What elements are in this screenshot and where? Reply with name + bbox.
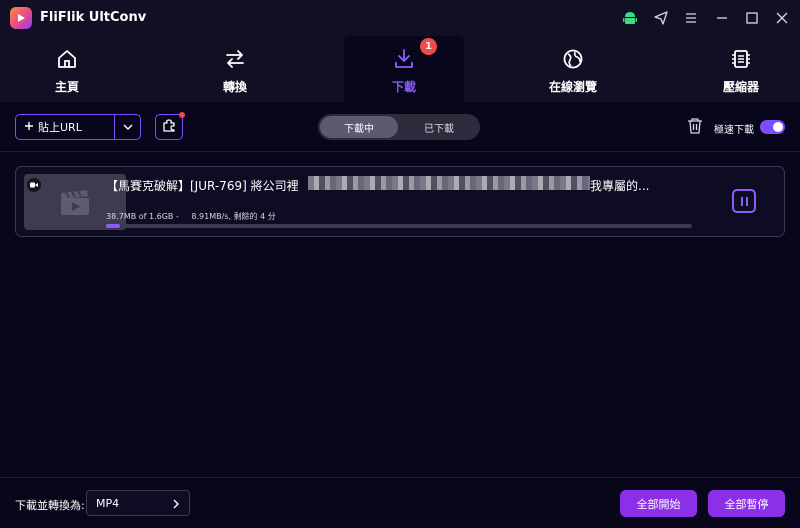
paste-url-button: 貼上URL (15, 114, 141, 140)
tab-download[interactable]: 1 下載 (344, 36, 464, 102)
convert-to-label: 下載並轉換為: (15, 499, 85, 512)
video-camera-icon (27, 178, 41, 192)
segment-downloading[interactable]: 下載中 (320, 116, 398, 138)
app-title: FliFlik UltConv (40, 10, 147, 25)
start-all-button[interactable]: 全部開始 (620, 490, 697, 517)
download-size-text: 38.7MB of 1.6GB - (106, 212, 179, 221)
send-icon[interactable] (652, 9, 670, 27)
main-nav: 主頁 轉換 1 下載 在線瀏覽 壓縮器 (0, 36, 800, 102)
tab-browser[interactable]: 在線瀏覽 (533, 36, 613, 102)
plus-icon (24, 121, 34, 134)
puzzle-icon (161, 117, 177, 137)
extension-button[interactable] (155, 112, 185, 140)
globe-icon (562, 48, 584, 70)
paste-url-label: 貼上URL (38, 121, 82, 134)
chevron-right-icon (172, 499, 180, 512)
android-icon[interactable] (621, 9, 639, 27)
turbo-download-toggle[interactable] (760, 120, 785, 134)
compress-icon (730, 48, 752, 70)
menu-icon[interactable] (682, 9, 700, 27)
minimize-icon[interactable] (713, 9, 731, 27)
download-item-title-start: 【馬賽克破解】[JUR-769] 將公司裡 (106, 179, 299, 193)
turbo-download-label: 極速下載 (714, 125, 754, 136)
pause-icon-bar (745, 196, 748, 206)
download-count-badge: 1 (420, 38, 437, 55)
download-speed-text: 8.91MB/s, 剩餘的 4 分 (191, 212, 276, 221)
tab-convert[interactable]: 轉換 (195, 36, 275, 102)
tab-convert-label: 轉換 (222, 80, 247, 94)
tab-browser-label: 在線瀏覽 (548, 80, 597, 94)
tab-home[interactable]: 主頁 (27, 36, 107, 102)
pause-download-button[interactable] (732, 189, 756, 213)
paste-url-dropdown[interactable] (115, 115, 140, 139)
trash-icon[interactable] (686, 117, 704, 135)
download-progress-bar (106, 224, 692, 228)
tab-compressor-label: 壓縮器 (722, 80, 759, 94)
segment-downloaded[interactable]: 已下載 (400, 116, 478, 138)
censored-title-segment (308, 176, 590, 190)
download-item-title: 【馬賽克破解】[JUR-769] 將公司裡 (106, 177, 299, 194)
app-logo-icon (10, 7, 32, 29)
pause-icon (740, 196, 743, 206)
tab-compressor[interactable]: 壓縮器 (701, 36, 781, 102)
paste-url-main[interactable]: 貼上URL (16, 115, 114, 139)
footer-divider (0, 477, 800, 478)
clapperboard-icon (60, 190, 90, 216)
tab-home-label: 主頁 (54, 80, 79, 94)
chevron-down-icon (122, 118, 134, 137)
toolbar-divider (0, 151, 800, 152)
pause-all-button[interactable]: 全部暫停 (708, 490, 785, 517)
download-item-title-end: 我專屬的... (590, 179, 650, 193)
title-bar: FliFlik UltConv (0, 0, 800, 36)
output-format-value: MP4 (96, 496, 120, 510)
download-progress-text: 38.7MB of 1.6GB - 8.91MB/s, 剩餘的 4 分 (106, 211, 286, 222)
close-icon[interactable] (773, 9, 791, 27)
download-status-segment: 下載中 已下載 (318, 114, 480, 140)
extension-notification-dot (179, 112, 185, 118)
convert-arrows-icon (224, 48, 246, 70)
maximize-icon[interactable] (743, 9, 761, 27)
tab-download-label: 下載 (391, 80, 416, 94)
download-item-card: 【馬賽克破解】[JUR-769] 將公司裡 我專屬的... 38.7MB of … (15, 166, 785, 237)
toggle-knob (773, 122, 783, 132)
download-progress-fill (106, 224, 121, 228)
home-icon (56, 48, 78, 70)
download-icon (393, 48, 415, 70)
output-format-select[interactable]: MP4 (86, 490, 190, 516)
